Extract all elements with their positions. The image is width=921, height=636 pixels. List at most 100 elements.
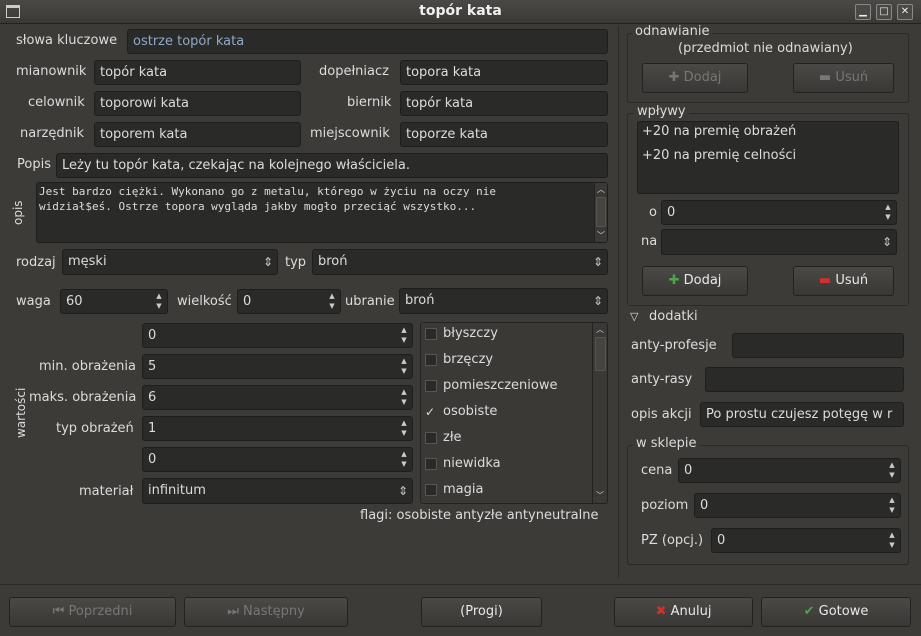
wplyw-item[interactable]: +20 na premię celności bbox=[642, 148, 796, 163]
spin-arrows-icon[interactable]: ▲ ▼ bbox=[882, 202, 894, 222]
previous-button[interactable]: ⏮ Poprzedni bbox=[9, 597, 176, 627]
scroll-up-icon[interactable]: ︿ bbox=[596, 324, 604, 335]
checkbox[interactable] bbox=[425, 431, 437, 444]
cancel-button[interactable]: ✖ Anuluj bbox=[614, 597, 753, 627]
flag-item[interactable]: błyszczy bbox=[425, 323, 593, 347]
odnawianie-add-button[interactable]: ✚ Dodaj bbox=[642, 63, 748, 93]
checkbox[interactable] bbox=[425, 353, 437, 366]
material-select[interactable]: infinitum ⇕ bbox=[142, 478, 413, 504]
spin-arrows-icon[interactable]: ▲ ▼ bbox=[886, 530, 898, 550]
pz-value: 0 bbox=[717, 533, 726, 548]
poziom-spinner[interactable]: 0 ▲ ▼ bbox=[694, 493, 901, 518]
pz-spinner[interactable]: 0 ▲ ▼ bbox=[711, 528, 901, 553]
na-select[interactable]: ⇕ bbox=[661, 229, 897, 255]
max-damage-value: 6 bbox=[148, 390, 157, 405]
o-spinner[interactable]: 0 ▲ ▼ bbox=[661, 200, 897, 225]
rodzaj-select[interactable]: męski ⇕ bbox=[62, 249, 278, 275]
damage-type-spinner[interactable]: 1 ▲ ▼ bbox=[142, 416, 413, 441]
checkbox[interactable] bbox=[425, 457, 437, 470]
typ-label: typ bbox=[285, 255, 307, 270]
opis-scrollbar[interactable]: ︿ ﹀ bbox=[594, 183, 607, 242]
expander-arrow-icon[interactable]: ▽ bbox=[630, 310, 638, 323]
ubranie-select[interactable]: broń ⇕ bbox=[399, 288, 608, 314]
scroll-down-icon[interactable]: ﹀ bbox=[596, 490, 604, 501]
anty-rasy-input[interactable] bbox=[705, 367, 904, 392]
value-4-spinner[interactable]: 0 ▲ ▼ bbox=[142, 447, 413, 472]
spin-arrows-icon[interactable]: ▲ ▼ bbox=[886, 460, 898, 480]
ok-button[interactable]: ✔ Gotowe bbox=[761, 597, 911, 627]
flag-item[interactable]: magia bbox=[425, 477, 593, 503]
next-button[interactable]: ⏭ Następny bbox=[184, 597, 348, 627]
cena-spinner[interactable]: 0 ▲ ▼ bbox=[678, 458, 901, 483]
waga-spinner[interactable]: 60 ▲ ▼ bbox=[60, 289, 168, 314]
flags-scrollbar[interactable]: ︿ ﹀ bbox=[592, 323, 607, 503]
min-damage-spinner[interactable]: 5 ▲ ▼ bbox=[142, 354, 413, 379]
dodatki-label[interactable]: dodatki bbox=[649, 309, 698, 324]
updown-icon: ⇕ bbox=[592, 255, 603, 269]
progi-button[interactable]: (Progi) bbox=[421, 597, 542, 627]
spin-arrows-icon[interactable]: ▲ ▼ bbox=[398, 449, 410, 469]
spin-arrows-icon[interactable]: ▲ ▼ bbox=[398, 325, 410, 345]
wplyw-item[interactable]: +20 na premię obrażeń bbox=[642, 124, 796, 139]
checkbox[interactable] bbox=[425, 379, 437, 392]
value-0-spinner[interactable]: 0 ▲ ▼ bbox=[142, 323, 413, 348]
flags-list[interactable]: błyszczy brzęczy pomieszczeniowe ✓ osobiste z… bbox=[420, 322, 608, 504]
opis-akcji-input[interactable]: Po prostu czujesz potęgę w r bbox=[700, 402, 904, 427]
rodzaj-label: rodzaj bbox=[16, 255, 56, 270]
spin-arrows-icon[interactable]: ▲ ▼ bbox=[886, 495, 898, 515]
value-4: 0 bbox=[148, 452, 157, 467]
checkbox[interactable] bbox=[425, 327, 437, 340]
updown-icon: ⇕ bbox=[262, 255, 273, 269]
opis-label: opis bbox=[11, 200, 25, 225]
min-damage-value: 5 bbox=[148, 359, 157, 374]
scroll-thumb[interactable] bbox=[595, 337, 606, 371]
mianownik-input[interactable]: topór kata bbox=[94, 60, 301, 85]
flags-summary: flagi: osobiste antyzłe antyneutralne bbox=[360, 508, 599, 523]
ubranie-value: broń bbox=[405, 293, 435, 308]
poziom-value: 0 bbox=[700, 498, 709, 513]
flag-item[interactable]: pomieszczeniowe bbox=[425, 373, 593, 399]
wielkosc-spinner[interactable]: 0 ▲ ▼ bbox=[237, 289, 341, 314]
plus-icon: ✚ bbox=[668, 273, 684, 288]
wplywy-list[interactable]: +20 na premię obrażeń +20 na premię celn… bbox=[637, 121, 899, 194]
miejscownik-input[interactable]: toporze kata bbox=[400, 122, 608, 147]
scroll-up-icon[interactable]: ︿ bbox=[597, 184, 605, 195]
wplywy-add-button[interactable]: ✚ Dodaj bbox=[642, 266, 748, 296]
flag-item[interactable]: brzęczy bbox=[425, 347, 593, 373]
max-damage-spinner[interactable]: 6 ▲ ▼ bbox=[142, 385, 413, 410]
spin-arrows-icon[interactable]: ▲ ▼ bbox=[153, 291, 165, 311]
maximize-button[interactable]: □ bbox=[876, 4, 892, 20]
opis-textarea[interactable]: Jest bardzo ciężki. Wykonano go z metalu… bbox=[36, 182, 608, 243]
spin-arrows-icon[interactable]: ▲ ▼ bbox=[398, 418, 410, 438]
anty-profesje-input[interactable] bbox=[732, 333, 904, 358]
miejscownik-label: miejscownik bbox=[310, 126, 390, 141]
wplywy-remove-button[interactable]: ▬ Usuń bbox=[793, 266, 894, 296]
celownik-input[interactable]: toporowi kata bbox=[94, 91, 301, 116]
biernik-input[interactable]: topór kata bbox=[400, 91, 608, 116]
skip-forward-icon: ⏭ bbox=[227, 604, 244, 619]
spin-arrows-icon[interactable]: ▲ ▼ bbox=[398, 356, 410, 376]
narzednik-input[interactable]: toporem kata bbox=[94, 122, 301, 147]
flag-item[interactable]: złe bbox=[425, 425, 593, 451]
flags-items: błyszczy brzęczy pomieszczeniowe ✓ osobiste z… bbox=[425, 323, 593, 503]
checkbox-checked[interactable]: ✓ bbox=[425, 406, 437, 418]
checkbox[interactable] bbox=[425, 483, 437, 496]
minimize-button[interactable]: ▁ bbox=[855, 4, 871, 20]
scroll-thumb[interactable] bbox=[596, 197, 606, 227]
scroll-down-icon[interactable]: ﹀ bbox=[597, 230, 605, 241]
spin-arrows-icon[interactable]: ▲ ▼ bbox=[326, 291, 338, 311]
popis-input[interactable]: Leży tu topór kata, czekając na kolejneg… bbox=[56, 153, 608, 178]
footer-separator bbox=[0, 584, 921, 585]
celownik-label: celownik bbox=[28, 95, 85, 110]
close-button[interactable]: ✕ bbox=[897, 4, 913, 20]
keywords-input[interactable]: ostrze topór kata bbox=[127, 29, 608, 54]
typ-select[interactable]: broń ⇕ bbox=[312, 249, 608, 275]
odnawianie-remove-button[interactable]: ▬ Usuń bbox=[793, 63, 894, 93]
pz-label: PZ (opcj.) bbox=[641, 533, 704, 548]
flag-item[interactable]: ✓ osobiste bbox=[425, 399, 593, 425]
dopelniacz-input[interactable]: topora kata bbox=[400, 60, 608, 85]
flag-item[interactable]: niewidka bbox=[425, 451, 593, 477]
check-icon: ✔ bbox=[803, 604, 819, 619]
ubranie-label: ubranie bbox=[345, 294, 395, 309]
spin-arrows-icon[interactable]: ▲ ▼ bbox=[398, 387, 410, 407]
